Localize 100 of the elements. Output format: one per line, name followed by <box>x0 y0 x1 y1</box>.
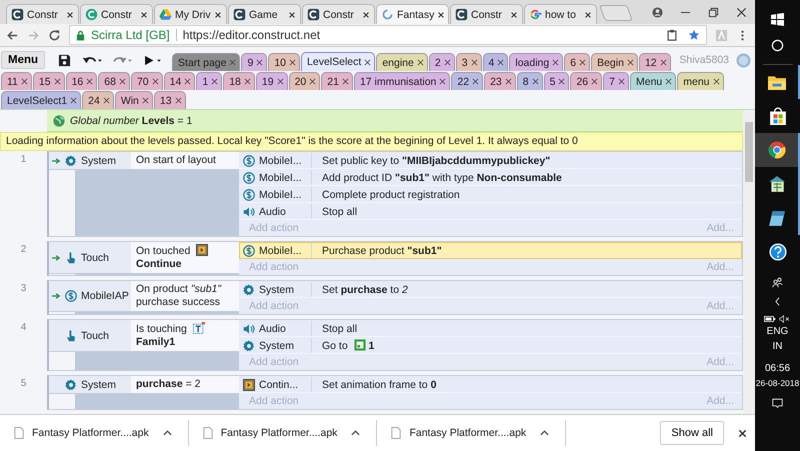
tab-title: Constr <box>471 8 503 20</box>
event-number: 1 <box>20 153 28 167</box>
sheet-tab[interactable]: 15 <box>32 72 65 90</box>
condition-text[interactable]: Is touching Family1 <box>131 320 239 351</box>
object-name: MobileIAP <box>81 290 129 302</box>
browser-tab[interactable]: Constr <box>6 4 79 24</box>
tab-title: Constr <box>323 8 355 20</box>
object-name: MobileI... <box>259 244 302 256</box>
object-name: MobileI... <box>259 188 302 200</box>
sheet-tab[interactable]: 19 <box>256 72 288 90</box>
object-name: MobileI... <box>259 154 302 166</box>
language-indicator[interactable]: ENG <box>766 325 788 338</box>
sheet-tab[interactable]: 22 <box>451 72 484 90</box>
sheet-tab[interactable]: 3 <box>456 53 482 71</box>
action-row[interactable]: MobileI... Add product ID "sub1" with type Non-consumable <box>239 169 742 186</box>
object-name: System <box>81 378 116 390</box>
sheet-tab[interactable]: 70 <box>130 72 163 90</box>
sheet-tab[interactable]: 12 <box>638 53 671 71</box>
sheet-tab[interactable]: 23 <box>484 72 516 90</box>
object-name: Audio <box>259 322 286 334</box>
browser-tab[interactable]: how to <box>524 4 597 24</box>
event-number: 2 <box>20 243 28 257</box>
sheet-tab[interactable]: 11 <box>1 72 32 90</box>
browser-tab[interactable]: Game <box>228 4 301 24</box>
sheet-tab[interactable]: Begin <box>591 53 638 71</box>
sheet-tab[interactable]: 24 <box>82 91 114 109</box>
sheet-tab[interactable]: LevelSelect <box>301 52 376 71</box>
object-name: Contin... <box>259 378 298 390</box>
action-row[interactable]: MobileI... Complete product registration <box>239 186 742 203</box>
sheet-tab[interactable]: 14 <box>164 72 196 90</box>
condition-text[interactable]: On product "sub1" purchase success <box>131 281 239 311</box>
condition-text[interactable]: purchase = 2 <box>131 376 239 393</box>
clock-date[interactable]: 26-08-2018 <box>756 377 800 390</box>
action-text: Complete product registration <box>321 188 460 200</box>
sheet-tab[interactable]: 5 <box>544 72 570 90</box>
comment-text[interactable]: Loading information about the levels passed. Local key "Score1" is the score at the begining of Level 1. It always equal to 0 <box>0 132 743 151</box>
clock-time[interactable]: 06:56 <box>764 362 790 375</box>
object-name: System <box>259 284 294 296</box>
sheet-tab[interactable]: 16 <box>66 72 98 90</box>
sheet-tab[interactable]: 2 <box>428 53 455 71</box>
download-item[interactable]: Fantasy Platformer....apk <box>202 420 378 446</box>
object-name: MobileI... <box>259 172 302 184</box>
global-variable-row[interactable]: Global number Levels = 1 <box>47 110 743 132</box>
object-name: Touch <box>81 252 110 264</box>
action-row[interactable]: MobileI... Purchase product "sub1" <box>239 242 742 259</box>
sheet-tab[interactable]: Menu <box>630 72 676 90</box>
site-identity: Scirra Ltd [GB] <box>91 28 170 42</box>
browser-tab[interactable]: My Driv <box>154 4 227 24</box>
sheet-tab[interactable]: 10 <box>268 53 300 71</box>
sheet-tab[interactable]: 17 immunisation <box>354 72 450 90</box>
condition-text[interactable]: On touched Continue <box>131 242 239 273</box>
tab-title: Game <box>249 8 279 20</box>
sheet-tab[interactable]: 68 <box>98 72 130 90</box>
sheet-tab[interactable]: 21 <box>321 72 353 90</box>
sheet-tab[interactable]: 6 <box>564 53 590 71</box>
action-row[interactable]: MobileI... Set public key to "MIIBIjabcddummypublickey" <box>239 152 742 169</box>
action-row[interactable]: Audio Stop all <box>239 320 742 337</box>
tab-title: My Driv <box>175 8 211 20</box>
menu-button[interactable]: Menu <box>1 51 46 69</box>
browser-tab[interactable]: Constr <box>450 4 523 24</box>
sheet-tab[interactable]: 18 <box>223 72 255 90</box>
action-row[interactable]: System Go to 1 <box>239 337 742 354</box>
sheet-tab[interactable]: 8 <box>516 72 543 90</box>
global-variable-text: Global number Levels = 1 <box>70 114 192 126</box>
action-row[interactable]: Contin... Set animation frame to 0 <box>239 376 742 393</box>
sheet-tab[interactable]: 13 <box>154 91 186 109</box>
action-text: Set purchase to 2 <box>321 284 408 296</box>
browser-tab[interactable]: Constr <box>80 4 153 24</box>
tab-title: how to <box>545 8 577 20</box>
event-number: 5 <box>20 377 28 391</box>
sheet-tab[interactable]: engine <box>376 53 428 71</box>
file-name: Fantasy Platformer....apk <box>32 427 149 439</box>
sheet-tab[interactable]: Start page <box>172 53 240 71</box>
download-item[interactable]: Fantasy Platformer....apk <box>14 420 189 446</box>
action-text: Purchase product "sub1" <box>321 244 442 256</box>
action-row[interactable]: System Set purchase to 2 <box>239 281 742 298</box>
sheet-tab[interactable]: 9 <box>241 53 268 71</box>
object-name: Touch <box>81 330 110 342</box>
download-item[interactable]: Fantasy Platformer....apk <box>391 420 566 446</box>
action-row[interactable]: Audio Stop all <box>239 203 742 220</box>
sheet-tab[interactable]: 20 <box>288 72 320 90</box>
condition-text[interactable]: On start of layout <box>131 152 239 169</box>
address-bar[interactable]: Scirra Ltd [GB] https://editor.construct.net <box>69 25 707 45</box>
sheet-tab[interactable]: LevelSelect1 <box>1 91 82 109</box>
sheet-tab[interactable]: 1 <box>196 72 222 90</box>
region-indicator[interactable]: IN <box>772 340 782 353</box>
browser-tab[interactable]: Constr <box>302 4 375 24</box>
show-all-button[interactable]: Show all <box>660 421 724 445</box>
action-text: Stop all <box>321 322 358 334</box>
object-name: System <box>81 154 116 166</box>
action-text: Stop all <box>321 206 358 218</box>
object-name: Audio <box>259 206 286 218</box>
action-text: Set public key to "MIIBIjabcddummypublickey" <box>321 154 550 166</box>
sheet-tab[interactable]: Win <box>114 91 153 109</box>
sheet-tab[interactable]: 7 <box>603 72 629 90</box>
sheet-tab[interactable]: loading <box>509 53 564 71</box>
sheet-tab[interactable]: 4 <box>482 53 508 71</box>
sheet-tab[interactable]: menu <box>677 72 724 90</box>
browser-tab[interactable]: Fantasy <box>376 4 449 24</box>
sheet-tab[interactable]: 26 <box>570 72 602 90</box>
